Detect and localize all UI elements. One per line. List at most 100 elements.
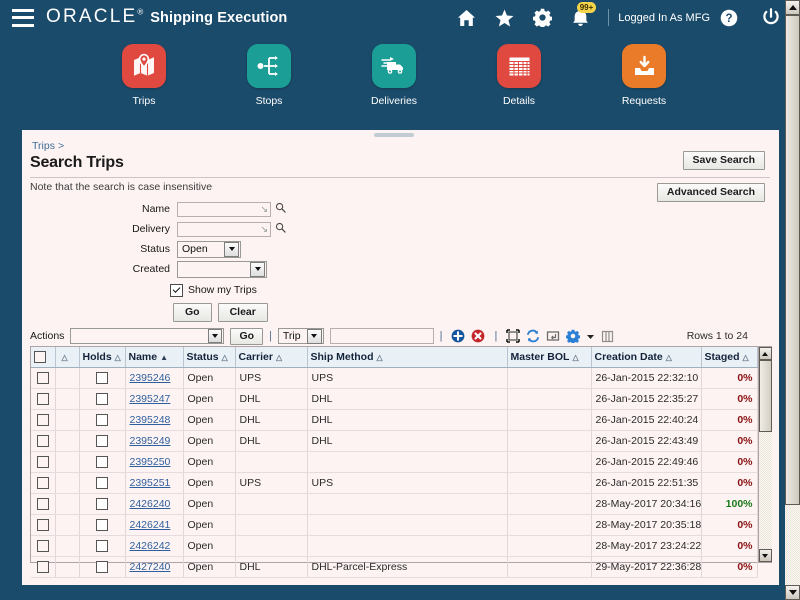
table-row[interactable]: 2426240 Open 28-May-2017 20:34:16 100% <box>31 493 758 515</box>
nav-item-requests[interactable]: Requests <box>589 44 699 107</box>
status-select[interactable]: Open <box>177 240 241 258</box>
row-select-cell[interactable] <box>31 493 56 515</box>
row-select-checkbox[interactable] <box>36 477 49 490</box>
cell-name[interactable]: 2395249 <box>125 430 184 452</box>
th-master-bol[interactable]: Master BOL △ <box>507 347 592 368</box>
delivery-field[interactable]: ↘ <box>177 221 271 237</box>
delete-row-icon[interactable] <box>471 329 485 343</box>
hold-checkbox[interactable] <box>96 498 108 511</box>
th-carrier[interactable]: Carrier △ <box>235 347 308 368</box>
delivery-magnifier-icon[interactable] <box>275 222 286 236</box>
show-my-trips-checkbox[interactable] <box>170 283 183 297</box>
chevron-down-icon[interactable] <box>224 241 239 257</box>
th-staged[interactable]: Staged △ <box>701 347 758 368</box>
row-select-checkbox[interactable] <box>36 456 49 469</box>
page-scroll-down-button[interactable] <box>785 585 800 600</box>
row-hold-cell[interactable] <box>79 514 126 536</box>
row-select-cell[interactable] <box>31 409 56 431</box>
cell-name[interactable]: 2395247 <box>125 388 184 410</box>
table-row[interactable]: 2426242 Open 28-May-2017 23:24:22 0% <box>31 535 758 557</box>
row-select-cell[interactable] <box>31 472 56 494</box>
chevron-down-icon[interactable] <box>306 328 322 344</box>
row-select-cell[interactable] <box>31 535 56 557</box>
panel-resize-handle[interactable] <box>374 133 414 137</box>
th-name[interactable]: Name ▲ <box>125 347 184 368</box>
quick-search-field[interactable] <box>329 328 434 344</box>
table-row[interactable]: 2395246 Open UPS UPS 26-Jan-2015 22:32:10 0% <box>31 367 758 389</box>
page-vertical-scrollbar[interactable] <box>785 0 800 600</box>
row-select-cell[interactable] <box>31 388 56 410</box>
entity-select[interactable]: Trip <box>277 328 324 344</box>
row-select-cell[interactable] <box>31 367 56 389</box>
add-row-icon[interactable] <box>451 329 465 343</box>
row-hold-cell[interactable] <box>79 556 126 578</box>
search-clear-button[interactable]: Clear <box>217 303 268 322</box>
row-hold-cell[interactable] <box>79 388 126 410</box>
export-icon[interactable] <box>546 329 560 343</box>
th-creation-date[interactable]: Creation Date △ <box>591 347 702 368</box>
trip-link[interactable]: 2426240 <box>130 498 171 510</box>
hold-checkbox[interactable] <box>96 519 108 532</box>
sort-asc-icon[interactable]: △ <box>115 353 121 362</box>
sort-asc-icon[interactable]: △ <box>62 353 68 362</box>
trip-link[interactable]: 2427240 <box>130 561 171 573</box>
sort-asc-icon[interactable]: △ <box>377 353 383 362</box>
actions-go-button[interactable]: Go <box>230 327 264 345</box>
hold-checkbox[interactable] <box>96 540 108 553</box>
row-select-checkbox[interactable] <box>36 561 49 574</box>
row-select-checkbox[interactable] <box>36 435 49 448</box>
row-hold-cell[interactable] <box>79 367 126 389</box>
trip-link[interactable]: 2395248 <box>130 414 171 426</box>
dropdown-caret-icon[interactable] <box>586 332 595 341</box>
row-hold-cell[interactable] <box>79 493 126 515</box>
search-go-button[interactable]: Go <box>173 303 212 322</box>
row-hold-cell[interactable] <box>79 430 126 452</box>
row-hold-cell[interactable] <box>79 472 126 494</box>
trip-link[interactable]: 2426242 <box>130 540 171 552</box>
cell-name[interactable]: 2426242 <box>125 535 184 557</box>
row-hold-cell[interactable] <box>79 451 126 473</box>
cell-name[interactable]: 2395250 <box>125 451 184 473</box>
cell-name[interactable]: 2395246 <box>125 367 184 389</box>
table-row[interactable]: 2426241 Open 28-May-2017 20:35:18 0% <box>31 514 758 536</box>
chevron-down-icon[interactable] <box>250 261 265 277</box>
trip-link[interactable]: 2426241 <box>130 519 171 531</box>
created-select[interactable] <box>177 260 267 278</box>
sort-asc-icon[interactable]: △ <box>666 353 672 362</box>
hold-checkbox[interactable] <box>96 477 108 490</box>
cell-name[interactable]: 2426241 <box>125 514 184 536</box>
trip-link[interactable]: 2395250 <box>130 456 171 468</box>
scroll-down-button[interactable] <box>758 549 772 562</box>
settings-gear-icon[interactable] <box>566 329 581 343</box>
th-status[interactable]: Status △ <box>183 347 236 368</box>
sort-asc-icon[interactable]: △ <box>743 353 749 362</box>
th-holds[interactable]: Holds △ <box>79 347 126 368</box>
page-scroll-up-button[interactable] <box>785 0 800 15</box>
row-hold-cell[interactable] <box>79 535 126 557</box>
hold-checkbox[interactable] <box>96 372 108 385</box>
th-ship-method[interactable]: Ship Method △ <box>307 347 508 368</box>
row-select-checkbox[interactable] <box>36 414 49 427</box>
row-select-checkbox[interactable] <box>36 519 49 532</box>
cell-name[interactable]: 2426240 <box>125 493 184 515</box>
th-hold-sort[interactable]: △ <box>55 347 80 368</box>
sort-asc-icon[interactable]: △ <box>222 353 228 362</box>
nav-item-trips[interactable]: Trips <box>89 44 199 107</box>
nav-item-details[interactable]: Details <box>464 44 574 107</box>
hold-checkbox[interactable] <box>96 561 108 574</box>
hold-checkbox[interactable] <box>96 393 108 406</box>
hold-checkbox[interactable] <box>96 414 108 427</box>
select-all-checkbox[interactable] <box>34 351 46 364</box>
actions-select[interactable] <box>70 328 225 344</box>
table-row[interactable]: 2395250 Open 26-Jan-2015 22:49:46 0% <box>31 451 758 473</box>
save-search-button[interactable]: Save Search <box>682 151 765 170</box>
trip-link[interactable]: 2395246 <box>130 372 171 384</box>
hold-checkbox[interactable] <box>96 456 108 469</box>
nav-item-stops[interactable]: Stops <box>214 44 324 107</box>
trip-link[interactable]: 2395249 <box>130 435 171 447</box>
gear-icon[interactable] <box>523 0 561 35</box>
breadcrumb-item-trips[interactable]: Trips <box>32 140 55 152</box>
table-row[interactable]: 2395251 Open UPS UPS 26-Jan-2015 22:51:35 0% <box>31 472 758 494</box>
star-icon[interactable] <box>485 0 523 35</box>
table-vertical-scrollbar[interactable] <box>757 347 772 562</box>
